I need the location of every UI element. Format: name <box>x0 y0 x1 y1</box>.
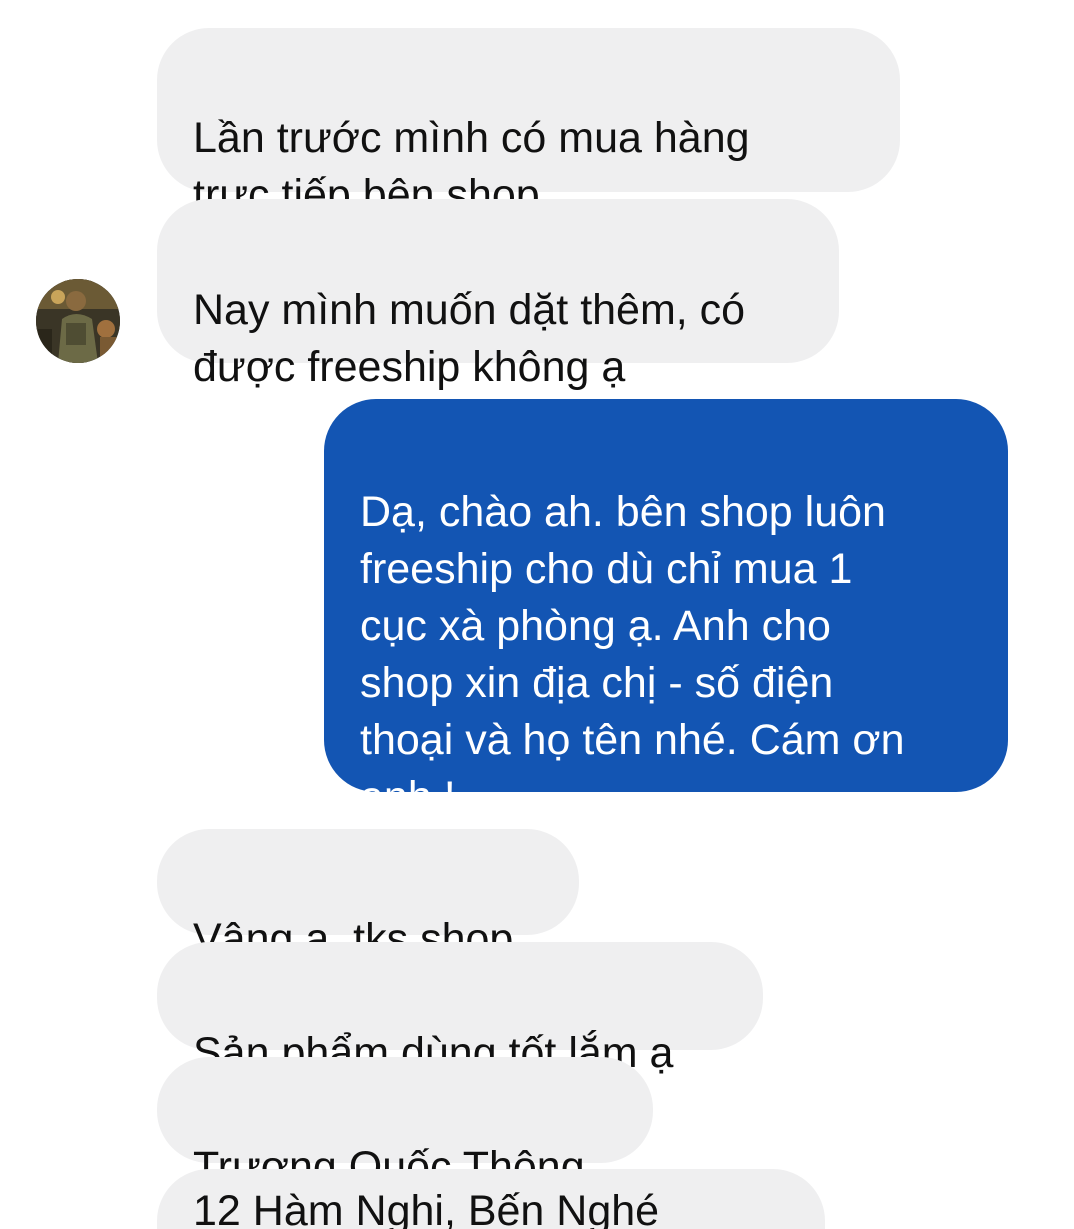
message-bubble-incoming[interactable]: Nay mình muốn dặt thêm, có được freeship… <box>157 199 839 391</box>
message-bubble-incoming[interactable]: Sản phẩm dùng tốt lắm ạ <box>157 942 763 1077</box>
message-bubble-incoming[interactable]: 12 Hàm Nghi, Bến Nghé <box>157 1169 825 1229</box>
message-bubble-incoming[interactable]: Lần trước mình có mua hàng trực tiếp bên… <box>157 28 900 219</box>
message-text: 12 Hàm Nghi, Bến Nghé <box>193 1187 660 1229</box>
message-bubble-outgoing[interactable]: Dạ, chào ah. bên shop luôn freeship cho … <box>324 399 1008 821</box>
avatar-photo-icon <box>36 279 120 363</box>
message-text: Dạ, chào ah. bên shop luôn freeship cho … <box>360 488 905 821</box>
contact-avatar[interactable] <box>36 279 120 363</box>
message-bubble-incoming[interactable]: Trương Quốc Thông <box>157 1057 653 1191</box>
message-bubble-incoming[interactable]: Vâng ạ, tks shop <box>157 829 579 963</box>
message-text: Nay mình muốn dặt thêm, có được freeship… <box>193 286 746 391</box>
